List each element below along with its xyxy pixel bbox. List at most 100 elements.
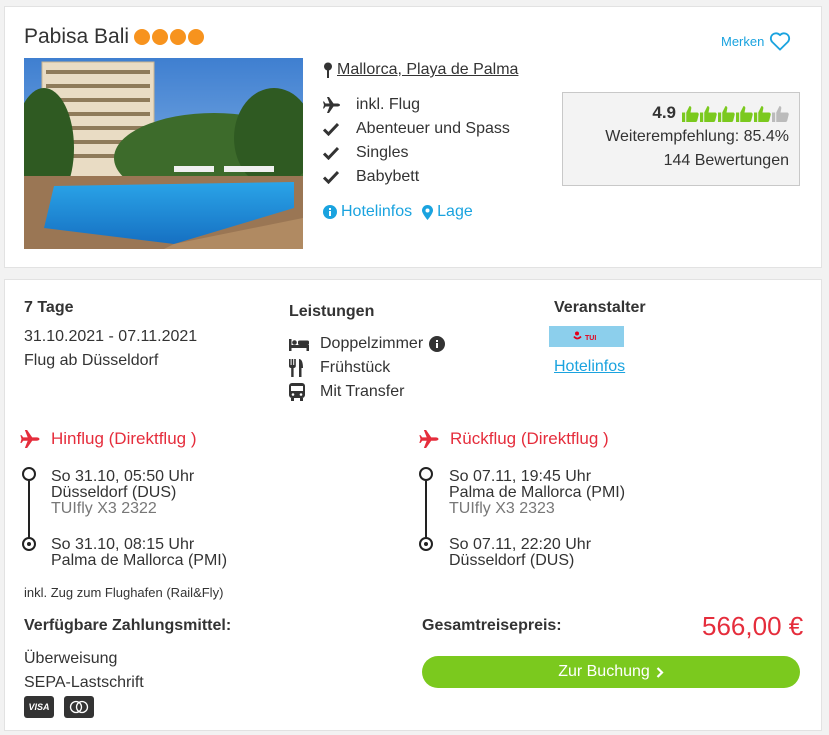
trip-dates: 31.10.2021 - 07.11.2021: [24, 328, 198, 345]
flight-number: TUIfly X3 2322: [51, 500, 157, 517]
leistungen-list: Doppelzimmer Frühstück Mit Transfer: [289, 332, 446, 404]
rueckflug-heading: Rückflug (Direktflug ): [419, 429, 609, 449]
star-icon: [134, 29, 150, 45]
map-marker-icon: [422, 204, 434, 220]
leistung-item: Doppelzimmer: [289, 332, 446, 356]
lage-link[interactable]: Lage: [422, 203, 473, 221]
arrival-airport: Düsseldorf (DUS): [449, 552, 575, 569]
booking-button[interactable]: Zur Buchung: [422, 656, 800, 688]
thumbs-up-icon: [772, 105, 789, 122]
plane-icon: [323, 97, 356, 113]
tui-logo: TUI: [549, 326, 624, 347]
rating-row: 4.9: [573, 101, 789, 125]
timeline-start-dot: [22, 467, 36, 481]
recommendation-rate: Weiterempfehlung: 85.4%: [605, 128, 789, 145]
feature-item: Abenteuer und Spass: [323, 117, 510, 141]
leistung-label: Frühstück: [320, 359, 391, 376]
mastercard-icon: [64, 696, 94, 718]
arrival-airport: Palma de Mallorca (PMI): [51, 552, 228, 569]
leistung-item: Mit Transfer: [289, 380, 445, 404]
tui-smile-icon: TUI: [572, 331, 596, 342]
info-icon: [323, 205, 337, 219]
price-label: Gesamtreisepreis:: [422, 617, 562, 634]
timeline-start-dot: [419, 467, 433, 481]
payment-method: SEPA-Lastschrift: [24, 674, 144, 691]
rueckflug-timeline: [419, 467, 433, 553]
total-price: 566,00 €: [702, 611, 804, 641]
payment-heading: Verfügbare Zahlungsmittel:: [24, 617, 232, 634]
check-icon: [323, 146, 356, 160]
feature-item: Singles: [323, 141, 510, 165]
veranstalter-hotelinfos-link[interactable]: Hotelinfos: [554, 358, 625, 376]
departure-airport: Düsseldorf (DUS): [51, 484, 177, 501]
hinflug-heading: Hinflug (Direktflug ): [20, 429, 197, 449]
hotel-photo[interactable]: [24, 58, 303, 249]
tui-logo-text: TUI: [585, 335, 596, 342]
bed-icon: [289, 337, 320, 351]
rueckflug-arrival: So 07.11, 22:20 Uhr Düsseldorf (DUS): [449, 537, 591, 569]
star-icon: [188, 29, 204, 45]
timeline-end-dot: [22, 537, 36, 551]
hotel-name[interactable]: Pabisa Bali: [24, 25, 129, 49]
feature-label: Singles: [356, 144, 409, 161]
utensils-icon: [289, 359, 320, 377]
rating-box[interactable]: 4.9 Weiterempfehlung: 85.4% 144 Bewertun…: [562, 92, 800, 186]
timeline-end-dot: [419, 537, 433, 551]
info-circle-icon[interactable]: [429, 336, 446, 352]
merken-button[interactable]: Merken: [721, 31, 791, 51]
offer-card: 7 Tage 31.10.2021 - 07.11.2021 Flug ab D…: [4, 279, 822, 731]
hinflug-timeline: [22, 467, 36, 553]
veranstalter-heading: Veranstalter: [554, 299, 646, 316]
hotel-location[interactable]: Mallorca, Playa de Palma: [323, 61, 518, 79]
check-icon: [323, 170, 356, 184]
feature-label: Babybett: [356, 168, 420, 185]
feature-list: inkl. Flug Abenteuer und Spass Singles B…: [323, 93, 510, 189]
payment-cards: VISA: [24, 696, 94, 718]
chevron-right-icon: [656, 666, 664, 678]
rueckflug-departure: So 07.11, 19:45 Uhr Palma de Mallorca (P…: [449, 469, 625, 517]
departure-time: So 07.11, 19:45 Uhr: [449, 468, 592, 485]
feature-label: inkl. Flug: [356, 96, 421, 113]
flight-number: TUIfly X3 2323: [449, 500, 555, 517]
hotelinfos-label: Hotelinfos: [341, 203, 413, 220]
location-link[interactable]: Mallorca, Playa de Palma: [337, 61, 518, 79]
thumbs-rating: [682, 105, 789, 122]
heart-icon: [770, 32, 791, 51]
thumbs-up-icon: [736, 105, 753, 122]
plane-icon: [419, 430, 439, 448]
hinflug-title: Hinflug (Direktflug ): [51, 429, 197, 448]
payment-method: Überweisung: [24, 650, 118, 667]
booking-button-label: Zur Buchung: [558, 663, 650, 680]
trip-departure: Flug ab Düsseldorf: [24, 352, 159, 369]
timeline-line: [28, 481, 30, 539]
leistung-item: Frühstück: [289, 356, 445, 380]
departure-time: So 31.10, 05:50 Uhr: [51, 468, 195, 485]
feature-item: inkl. Flug: [323, 93, 510, 117]
hotel-card: Pabisa Bali Merken Mallorca, Playa de Pa…: [4, 6, 822, 268]
bus-icon: [289, 383, 320, 401]
map-pin-icon: [324, 62, 332, 78]
feature-item: Babybett: [323, 165, 510, 189]
info-links: Hotelinfos Lage: [323, 203, 473, 221]
merken-label: Merken: [721, 33, 765, 49]
leistung-label: Doppelzimmer: [320, 335, 424, 352]
hinflug-arrival: So 31.10, 08:15 Uhr Palma de Mallorca (P…: [51, 537, 227, 569]
hotelinfos-link[interactable]: Hotelinfos: [323, 203, 412, 221]
plane-icon: [20, 430, 40, 448]
arrival-time: So 07.11, 22:20 Uhr: [449, 536, 592, 553]
rail-fly-note: inkl. Zug zum Flughafen (Rail&Fly): [24, 585, 224, 600]
star-icon: [170, 29, 186, 45]
thumbs-up-icon: [718, 105, 735, 122]
trip-duration: 7 Tage: [24, 299, 74, 316]
thumbs-up-icon: [754, 105, 771, 122]
thumbs-up-icon: [700, 105, 717, 122]
thumbs-up-icon: [682, 105, 699, 122]
timeline-line: [425, 481, 427, 539]
leistung-label: Mit Transfer: [320, 383, 405, 400]
departure-airport: Palma de Mallorca (PMI): [449, 484, 626, 501]
arrival-time: So 31.10, 08:15 Uhr: [51, 536, 195, 553]
rueckflug-title: Rückflug (Direktflug ): [450, 429, 609, 448]
hotel-photo-image: [24, 58, 303, 249]
leistungen-heading: Leistungen: [289, 303, 375, 320]
review-count: 144 Bewertungen: [663, 152, 789, 169]
